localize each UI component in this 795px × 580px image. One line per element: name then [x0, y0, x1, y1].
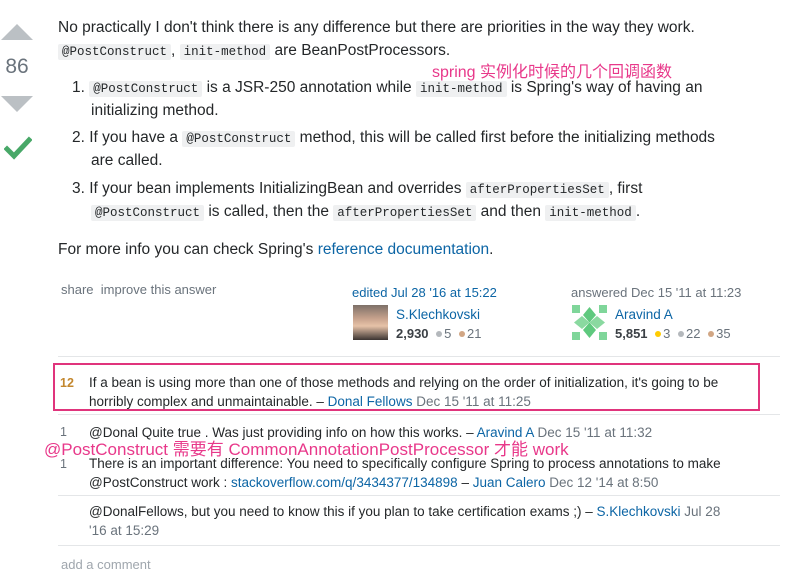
comment-text: There is an important difference: You ne…	[89, 456, 721, 471]
comment-date[interactable]: Dec 12 '14 at 8:50	[549, 475, 658, 490]
comment-body: If a bean is using more than one of thos…	[89, 373, 759, 411]
code-postconstruct: @PostConstruct	[182, 131, 296, 147]
comment-score: 1	[60, 457, 67, 471]
list-text: and then	[480, 203, 541, 220]
vote-down-button[interactable]	[1, 96, 33, 112]
gold-badge-icon	[655, 331, 662, 338]
avatar[interactable]	[572, 305, 607, 340]
comment-user-link[interactable]: Donal Fellows	[328, 394, 413, 409]
code-init-method: init-method	[415, 81, 507, 97]
author-stats: 5,851 3 22 35	[615, 326, 731, 341]
list-text: is Spring's way of having an	[510, 79, 703, 96]
list-item: 1. @PostConstruct is a JSR-250 annotatio…	[72, 77, 772, 122]
vote-count: 86	[5, 55, 29, 78]
list-text: method, this will be called first before…	[299, 129, 715, 146]
post-menu: share improve this answer	[61, 282, 216, 297]
code-afterpropertiesset: afterPropertiesSet	[465, 182, 609, 198]
answered-label: answered Dec 15 '11 at 11:23	[571, 285, 742, 300]
comment-text: If a bean is using more than one of thos…	[89, 375, 719, 390]
answer-intro-line1: No practically I don't think there is an…	[58, 19, 695, 36]
list-text: .	[635, 203, 641, 220]
comment-dash: –	[461, 475, 469, 490]
bronze-badge-icon	[459, 331, 466, 338]
bronze-count: 21	[467, 326, 482, 341]
comment-text: @DonalFellows, but you need to know this…	[89, 504, 593, 519]
editor-stats: 2,930 5 21	[396, 326, 482, 341]
list-text: , first	[608, 180, 643, 197]
edited-label[interactable]: edited Jul 28 '16 at 15:22	[352, 285, 497, 300]
author-username[interactable]: Aravind A	[615, 307, 673, 322]
code-init-method: init-method	[545, 205, 636, 221]
answer-intro-tail: are BeanPostProcessors.	[274, 42, 451, 59]
comment-body: There is an important difference: You ne…	[89, 454, 779, 492]
code-postconstruct: @PostConstruct	[89, 81, 203, 97]
comment-date[interactable]: Dec 15 '11 at 11:25	[416, 394, 531, 409]
list-text: initializing method.	[91, 102, 219, 119]
reference-docs-link[interactable]: reference documentation	[318, 241, 489, 258]
comment-link[interactable]: stackoverflow.com/q/3434377/134898	[231, 475, 458, 490]
silver-badge-icon	[436, 331, 443, 338]
comment-text: horribly complex and unmaintainable. –	[89, 394, 324, 409]
code-init-method: init-method	[179, 44, 271, 60]
answer-intro: No practically I don't think there is an…	[58, 17, 778, 63]
more-info: For more info you can check Spring's ref…	[58, 239, 493, 261]
list-text: is called, then the	[208, 203, 329, 220]
list-number: 3.	[72, 180, 85, 197]
list-text: If you have a	[89, 129, 179, 146]
editor-username[interactable]: S.Klechkovski	[396, 307, 480, 322]
comment-user-link[interactable]: Juan Calero	[473, 475, 546, 490]
list-text: are called.	[91, 152, 163, 169]
code-afterpropertiesset: afterPropertiesSet	[333, 205, 477, 221]
comment-date[interactable]: '16 at 15:29	[89, 521, 779, 540]
comment-date[interactable]: Jul 28	[684, 504, 720, 519]
comment-user-link[interactable]: S.Klechkovski	[596, 504, 680, 519]
list-item: 2. If you have a @PostConstruct method, …	[72, 127, 772, 172]
gold-count: 3	[663, 326, 671, 341]
list-item: 3. If your bean implements InitializingB…	[72, 178, 782, 224]
vote-up-button[interactable]	[1, 24, 33, 40]
more-info-text: For more info you can check Spring's	[58, 241, 314, 258]
comment-divider	[58, 495, 780, 496]
comment-divider	[58, 414, 780, 415]
bronze-count: 35	[716, 326, 731, 341]
comma: ,	[171, 42, 176, 59]
avatar[interactable]	[353, 305, 388, 340]
comments-divider	[58, 356, 780, 357]
accepted-check-icon	[4, 136, 32, 160]
period: .	[489, 241, 494, 258]
list-number: 2.	[72, 129, 85, 146]
comment-body: @DonalFellows, but you need to know this…	[89, 502, 779, 540]
bronze-badge-icon	[708, 331, 715, 338]
reputation: 2,930	[396, 326, 429, 341]
comment-score: 12	[60, 376, 74, 390]
code-postconstruct: @PostConstruct	[91, 205, 205, 221]
share-link[interactable]: share	[61, 282, 94, 297]
add-comment-link[interactable]: add a comment	[61, 557, 151, 572]
list-number: 1.	[72, 79, 85, 96]
silver-count: 5	[444, 326, 452, 341]
reputation: 5,851	[615, 326, 648, 341]
list-text: is a JSR-250 annotation while	[206, 79, 412, 96]
list-text: If your bean implements InitializingBean…	[89, 180, 462, 197]
silver-badge-icon	[678, 331, 685, 338]
improve-answer-link[interactable]: improve this answer	[101, 282, 217, 297]
code-postconstruct: @PostConstruct	[58, 44, 172, 60]
comment-divider	[58, 545, 780, 546]
comment-text: @PostConstruct work :	[89, 475, 228, 490]
silver-count: 22	[686, 326, 701, 341]
